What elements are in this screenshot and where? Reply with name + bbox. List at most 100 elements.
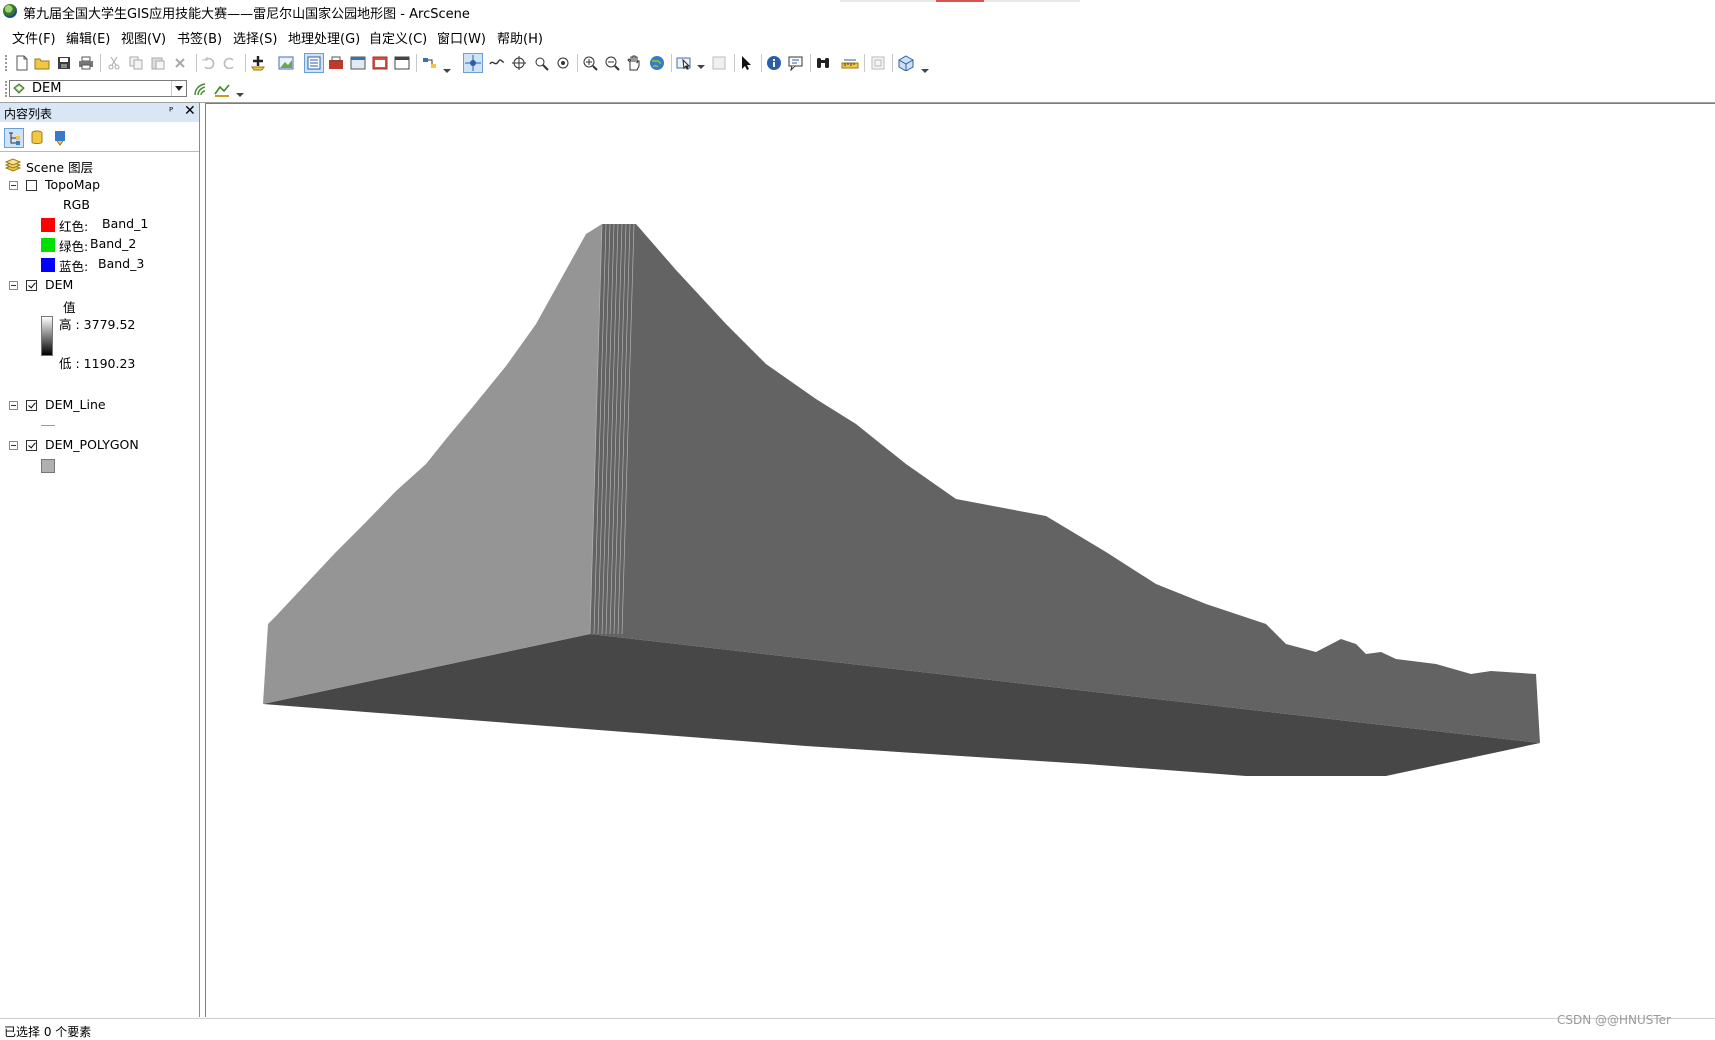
dem-high-value: 高 : 3779.52: [59, 317, 136, 332]
toolbar-separator: [245, 54, 246, 72]
list-by-visibility-icon[interactable]: [50, 128, 70, 148]
observer-icon[interactable]: [553, 53, 573, 73]
green-band-swatch: [41, 238, 55, 252]
toolbar-separator: [810, 54, 811, 72]
save-icon[interactable]: [54, 53, 74, 73]
toolbar-separator: [761, 54, 762, 72]
catalog-icon[interactable]: [348, 53, 368, 73]
list-by-drawing-order-icon[interactable]: [4, 128, 24, 148]
select-features-icon[interactable]: [675, 53, 695, 73]
animation-icon[interactable]: [868, 53, 888, 73]
selection-status-text: 已选择 0 个要素: [4, 1025, 92, 1039]
new-document-icon[interactable]: [12, 53, 32, 73]
open-folder-icon[interactable]: [32, 53, 52, 73]
table-of-contents-icon[interactable]: [304, 53, 324, 73]
full-extent-icon[interactable]: [276, 53, 296, 73]
pan-hand-icon[interactable]: [624, 53, 644, 73]
measure-icon[interactable]: [840, 53, 860, 73]
menu-customize[interactable]: 自定义(C): [369, 28, 427, 47]
3d-analyst-toolbar: DEM: [0, 77, 1715, 103]
layer-dem[interactable]: DEM: [45, 277, 73, 292]
navigate-icon[interactable]: [463, 53, 483, 73]
dem-polygon-visibility-checkbox[interactable]: [26, 440, 37, 451]
title-bar: 第九届全国大学生GIS应用技能大赛——雷尼尔山国家公园地形图 - ArcScen…: [0, 0, 1715, 23]
toolbar-separator: [577, 54, 578, 72]
blue-band-label: 蓝色:: [59, 259, 89, 274]
menu-help[interactable]: 帮助(H): [497, 28, 543, 47]
select-features-dropdown-chevron-icon[interactable]: [697, 55, 705, 69]
menu-bar: 文件(F) 编辑(E) 视图(V) 书签(B) 选择(S) 地理处理(G) 自定…: [0, 23, 1715, 47]
select-elements-icon[interactable]: [737, 53, 757, 73]
layer-selector-dropdown[interactable]: DEM: [9, 80, 187, 97]
status-bar: 已选择 0 个要素: [0, 1018, 1715, 1040]
print-icon[interactable]: [76, 53, 96, 73]
toc-tree: Scene 图层 TopoMap RGB 红色: Band_1 绿色: Band…: [0, 153, 198, 1017]
menu-bookmarks[interactable]: 书签(B): [177, 28, 222, 47]
clear-selection-icon[interactable]: [709, 53, 729, 73]
search-window-icon[interactable]: [370, 53, 390, 73]
identify-icon[interactable]: [764, 53, 784, 73]
green-band-label: 绿色:: [59, 239, 89, 254]
topomap-collapse-toggle[interactable]: [9, 181, 18, 190]
layer-dem-line[interactable]: DEM_Line: [45, 397, 106, 412]
toolbar-overflow-chevron-icon[interactable]: [236, 83, 244, 97]
menu-geoprocessing[interactable]: 地理处理(G): [288, 28, 360, 47]
toolbar-overflow-chevron-icon[interactable]: [443, 59, 451, 73]
cut-icon[interactable]: [104, 53, 124, 73]
raster-layer-icon: [13, 83, 25, 94]
toolbar-separator: [100, 54, 101, 72]
toolbar-grip[interactable]: [5, 55, 10, 71]
3d-scene-view[interactable]: [205, 103, 1715, 1017]
python-window-icon[interactable]: [392, 53, 412, 73]
pin-icon[interactable]: ᴾ: [169, 105, 173, 118]
layer-topomap[interactable]: TopoMap: [45, 177, 100, 192]
dem-polygon-collapse-toggle[interactable]: [9, 441, 18, 450]
undo-icon[interactable]: [198, 53, 218, 73]
chevron-down-icon[interactable]: [171, 81, 186, 96]
toolbar-separator: [416, 54, 417, 72]
find-binoculars-icon[interactable]: [813, 53, 833, 73]
dem-line-symbol: [41, 425, 55, 426]
title-accent-strip: [840, 0, 1080, 2]
close-icon[interactable]: ✕: [184, 103, 196, 119]
extruded-dem-block[interactable]: [206, 104, 1715, 1017]
target-center-icon[interactable]: [509, 53, 529, 73]
dem-line-visibility-checkbox[interactable]: [26, 400, 37, 411]
arctoolbox-icon[interactable]: [326, 53, 346, 73]
dem-line-collapse-toggle[interactable]: [9, 401, 18, 410]
dem-collapse-toggle[interactable]: [9, 281, 18, 290]
toolbar-overflow-chevron-icon[interactable]: [921, 59, 929, 73]
html-popup-icon[interactable]: [786, 53, 806, 73]
toc-title: 内容列表: [4, 107, 53, 121]
zoom-in-icon[interactable]: [580, 53, 600, 73]
layer-dem-polygon[interactable]: DEM_POLYGON: [45, 437, 139, 452]
scene-layers-root[interactable]: Scene 图层: [26, 157, 93, 176]
globe-icon[interactable]: [647, 53, 667, 73]
redo-icon[interactable]: [220, 53, 240, 73]
toolbar-separator: [892, 54, 893, 72]
contour-tool-icon[interactable]: [190, 79, 210, 99]
add-data-icon[interactable]: [248, 53, 268, 73]
menu-selection[interactable]: 选择(S): [233, 28, 277, 47]
delete-icon[interactable]: [170, 53, 190, 73]
fly-icon[interactable]: [487, 53, 507, 73]
topomap-visibility-checkbox[interactable]: [26, 180, 37, 191]
3d-effects-icon[interactable]: [896, 53, 916, 73]
dem-visibility-checkbox[interactable]: [26, 280, 37, 291]
topomap-rgb-label: RGB: [63, 197, 90, 212]
list-by-source-icon[interactable]: [27, 128, 47, 148]
scene-layers-icon: [5, 158, 21, 172]
window-title: 第九届全国大学生GIS应用技能大赛——雷尼尔山国家公园地形图 - ArcScen…: [23, 7, 470, 22]
copy-icon[interactable]: [126, 53, 146, 73]
paste-icon[interactable]: [148, 53, 168, 73]
menu-file[interactable]: 文件(F): [12, 28, 56, 47]
toolbar-separator: [196, 54, 197, 72]
menu-view[interactable]: 视图(V): [121, 28, 166, 47]
red-band-label: 红色:: [59, 219, 89, 234]
model-builder-icon[interactable]: [420, 53, 440, 73]
menu-window[interactable]: 窗口(W): [437, 28, 486, 47]
steepest-path-icon[interactable]: [212, 79, 232, 99]
zoom-out-icon[interactable]: [602, 53, 622, 73]
zoom-to-target-icon[interactable]: [531, 53, 551, 73]
menu-edit[interactable]: 编辑(E): [66, 28, 110, 47]
